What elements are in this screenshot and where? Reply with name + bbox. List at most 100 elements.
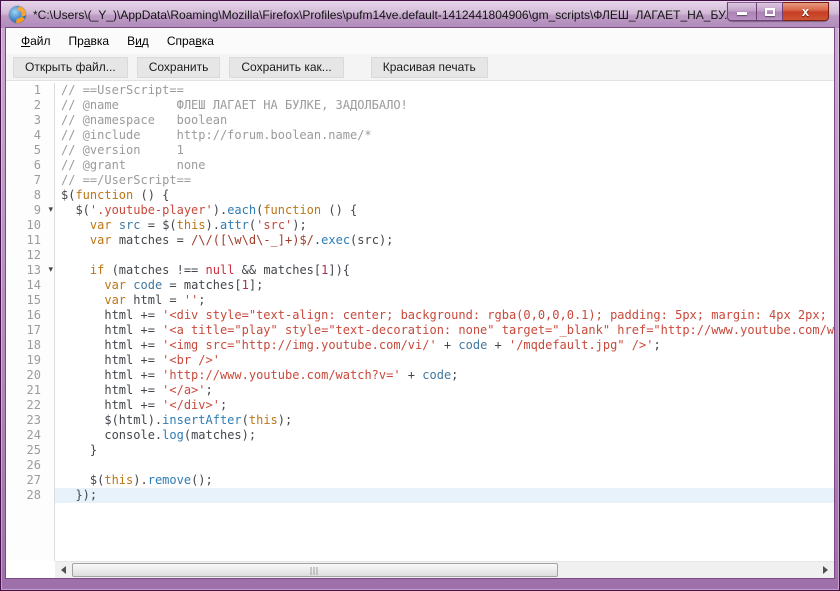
- minimize-icon: [737, 12, 747, 15]
- minimize-button[interactable]: [727, 2, 756, 21]
- scroll-right-button[interactable]: [817, 562, 834, 578]
- line-number: 21: [6, 383, 55, 398]
- line-number: 8: [6, 188, 55, 203]
- code-line[interactable]: 2// @name ФЛЕШ ЛАГАЕТ НА БУЛКЕ, ЗАДОЛБАЛ…: [6, 98, 834, 113]
- code-text: // @version 1: [55, 143, 834, 158]
- firefox-app-icon[interactable]: [9, 6, 26, 23]
- code-line[interactable]: 18 html += '<img src="http://img.youtube…: [6, 338, 834, 353]
- code-text: $(this).remove();: [55, 473, 834, 488]
- close-button[interactable]: x: [783, 2, 829, 21]
- code-line[interactable]: 17 html += '<a title="play" style="text-…: [6, 323, 834, 338]
- window-content: Файл Правка Вид Справка Открыть файл... …: [6, 28, 834, 578]
- editor-empty-area[interactable]: [6, 503, 834, 561]
- code-text: // @grant none: [55, 158, 834, 173]
- code-line[interactable]: 13▾ if (matches !== null && matches[1]){: [6, 263, 834, 278]
- line-number: 10: [6, 218, 55, 233]
- code-text: html += 'http://www.youtube.com/watch?v=…: [55, 368, 834, 383]
- scroll-left-button[interactable]: [55, 562, 72, 578]
- code-line[interactable]: 22 html += '</div>';: [6, 398, 834, 413]
- line-number: 18: [6, 338, 55, 353]
- line-number: 19: [6, 353, 55, 368]
- menu-view[interactable]: Вид: [118, 31, 158, 51]
- code-line[interactable]: 21 html += '</a>';: [6, 383, 834, 398]
- code-text: html += '</a>';: [55, 383, 834, 398]
- line-number: 22: [6, 398, 55, 413]
- code-text: });: [55, 488, 834, 503]
- code-text: html += '</div>';: [55, 398, 834, 413]
- code-line[interactable]: 23 $(html).insertAfter(this);: [6, 413, 834, 428]
- window-controls: x: [727, 2, 829, 21]
- window-title: *C:\Users\(_Y_)\AppData\Roaming\Mozilla\…: [33, 8, 831, 22]
- code-line[interactable]: 20 html += 'http://www.youtube.com/watch…: [6, 368, 834, 383]
- code-line[interactable]: 19 html += '<br />': [6, 353, 834, 368]
- app-window: *C:\Users\(_Y_)\AppData\Roaming\Mozilla\…: [0, 0, 840, 591]
- code-line[interactable]: 15 var html = '';: [6, 293, 834, 308]
- code-text: var code = matches[1];: [55, 278, 834, 293]
- horizontal-scrollbar[interactable]: [55, 561, 834, 578]
- line-number: 16: [6, 308, 55, 323]
- save-as-button[interactable]: Сохранить как...: [229, 57, 343, 78]
- line-number: 26: [6, 458, 55, 473]
- code-line[interactable]: 27 $(this).remove();: [6, 473, 834, 488]
- menu-file[interactable]: Файл: [12, 31, 60, 51]
- code-line[interactable]: 1// ==UserScript==: [6, 83, 834, 98]
- code-editor[interactable]: 1// ==UserScript==2// @name ФЛЕШ ЛАГАЕТ …: [6, 81, 834, 561]
- code-line[interactable]: 24 console.log(matches);: [6, 428, 834, 443]
- code-line[interactable]: 28 });: [6, 488, 834, 503]
- title-bar[interactable]: *C:\Users\(_Y_)\AppData\Roaming\Mozilla\…: [1, 1, 839, 28]
- code-line[interactable]: 6// @grant none: [6, 158, 834, 173]
- code-text: if (matches !== null && matches[1]){: [55, 263, 834, 278]
- code-text: [55, 248, 834, 263]
- line-number: 27: [6, 473, 55, 488]
- code-line[interactable]: 9▾ $('.youtube-player').each(function ()…: [6, 203, 834, 218]
- code-text: // ==/UserScript==: [55, 173, 834, 188]
- code-text: // @include http://forum.boolean.name/*: [55, 128, 834, 143]
- code-text: html += '<a title="play" style="text-dec…: [55, 323, 834, 338]
- line-number: 24: [6, 428, 55, 443]
- code-text: html += '<img src="http://img.youtube.co…: [55, 338, 834, 353]
- save-button[interactable]: Сохранить: [137, 57, 221, 78]
- code-line[interactable]: 10 var src = $(this).attr('src');: [6, 218, 834, 233]
- line-number: 4: [6, 128, 55, 143]
- code-line[interactable]: 8$(function () {: [6, 188, 834, 203]
- line-number: 23: [6, 413, 55, 428]
- line-number: 6: [6, 158, 55, 173]
- code-text: // ==UserScript==: [55, 83, 834, 98]
- menu-edit[interactable]: Правка: [60, 31, 119, 51]
- line-number: 20: [6, 368, 55, 383]
- close-icon: x: [783, 3, 828, 20]
- code-text: console.log(matches);: [55, 428, 834, 443]
- code-text: $(function () {: [55, 188, 834, 203]
- code-line[interactable]: 25 }: [6, 443, 834, 458]
- scroll-right-icon: [823, 566, 828, 574]
- scroll-left-icon: [61, 566, 66, 574]
- fold-arrow-icon[interactable]: ▾: [48, 264, 53, 277]
- line-number: 9▾: [6, 203, 55, 218]
- code-line[interactable]: 12: [6, 248, 834, 263]
- code-line[interactable]: 3// @namespace boolean: [6, 113, 834, 128]
- code-text: var src = $(this).attr('src');: [55, 218, 834, 233]
- code-line[interactable]: 26: [6, 458, 834, 473]
- fold-arrow-icon[interactable]: ▾: [48, 204, 53, 217]
- code-lines: 1// ==UserScript==2// @name ФЛЕШ ЛАГАЕТ …: [6, 83, 834, 503]
- code-line[interactable]: 11 var matches = /\/([\w\d\-_]+)$/.exec(…: [6, 233, 834, 248]
- code-text: }: [55, 443, 834, 458]
- line-number: 7: [6, 173, 55, 188]
- line-number: 11: [6, 233, 55, 248]
- menu-help[interactable]: Справка: [158, 31, 223, 51]
- code-line[interactable]: 5// @version 1: [6, 143, 834, 158]
- menu-bar: Файл Правка Вид Справка: [6, 28, 834, 54]
- line-number: 28: [6, 488, 55, 503]
- code-line[interactable]: 16 html += '<div style="text-align: cent…: [6, 308, 834, 323]
- restore-button[interactable]: [756, 2, 783, 21]
- code-text: [55, 458, 834, 473]
- code-text: $('.youtube-player').each(function () {: [55, 203, 834, 218]
- restore-icon: [765, 8, 775, 16]
- scrollbar-thumb[interactable]: [72, 563, 558, 577]
- pretty-print-button[interactable]: Красивая печать: [371, 57, 488, 78]
- open-file-button[interactable]: Открыть файл...: [13, 57, 128, 78]
- code-line[interactable]: 14 var code = matches[1];: [6, 278, 834, 293]
- code-line[interactable]: 7// ==/UserScript==: [6, 173, 834, 188]
- code-text: html += '<br />': [55, 353, 834, 368]
- code-line[interactable]: 4// @include http://forum.boolean.name/*: [6, 128, 834, 143]
